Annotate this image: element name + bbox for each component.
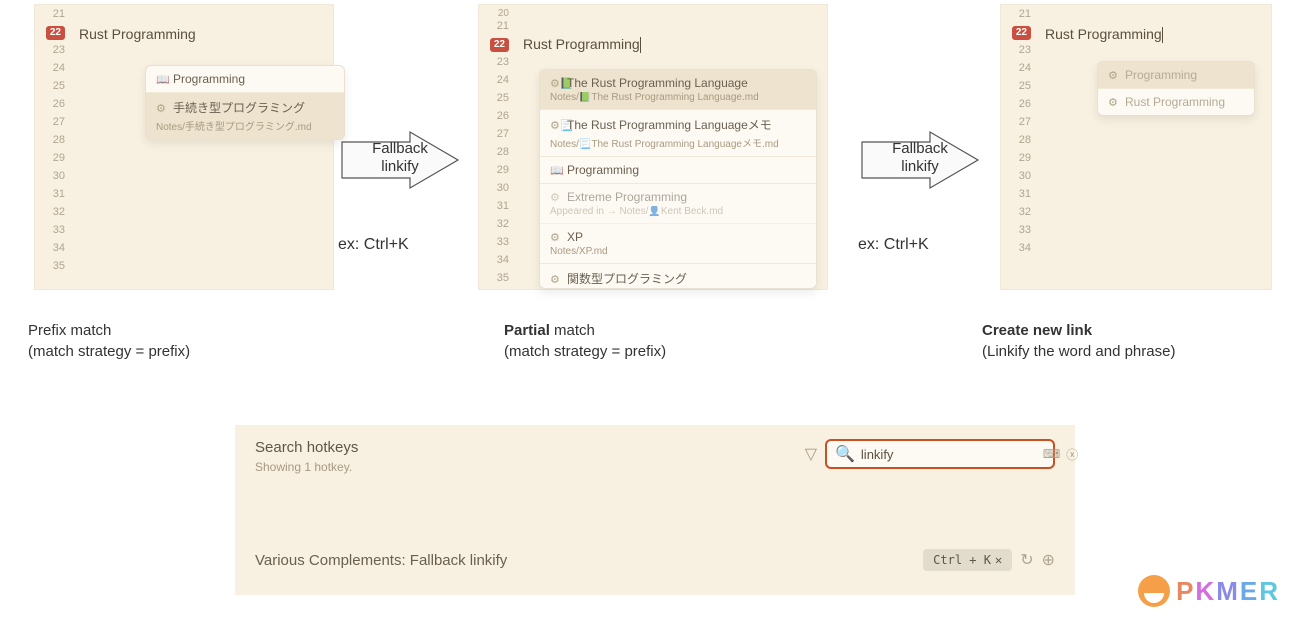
clear-icon[interactable]: ⓧ (1066, 446, 1078, 463)
gutter-3: 21 22 232425 262728 293031 323334 (1001, 5, 1037, 257)
gear-icon: ⚙📃 (550, 119, 564, 132)
example-label-1: ex: Ctrl+K (338, 236, 409, 254)
editor-text-1[interactable]: Rust Programming (79, 26, 196, 42)
keyboard-icon[interactable]: ⌨ (1043, 447, 1060, 461)
popup-item[interactable]: ⚙Programming (1098, 62, 1254, 89)
caption-2: Partial match (match strategy = prefix) (504, 320, 666, 362)
hotkey-row-name: Various Complements: Fallback linkify (255, 552, 507, 569)
popup-item[interactable]: ⚙手続き型プログラミング Notes/手続き型プログラミング.md (146, 93, 344, 139)
hotkey-settings-panel: Search hotkeys Showing 1 hotkey. ▽ 🔍 ⌨ ⓧ… (235, 425, 1075, 595)
gear-icon: ⚙ (550, 231, 564, 244)
search-input[interactable] (861, 447, 1037, 462)
caption-3: Create new link (Linkify the word and ph… (982, 320, 1175, 362)
popup-item[interactable]: 📖Programming (146, 66, 344, 93)
gutter-2: 20 21 22 232425 262728 293031 323334 35 (479, 5, 515, 287)
gear-icon: ⚙ (1108, 69, 1122, 82)
arrow-label-bottom: linkify (901, 158, 939, 175)
popup-item[interactable]: 📖Programming (540, 157, 816, 184)
active-line-badge: 22 (1012, 26, 1031, 40)
gear-icon: ⚙ (550, 273, 564, 286)
hotkey-badge[interactable]: Ctrl + K ✕ (923, 549, 1012, 571)
filter-icon[interactable]: ▽ (805, 444, 817, 464)
text-cursor (640, 37, 641, 53)
gear-icon: ⚙ (1108, 96, 1122, 109)
autocomplete-popup-2[interactable]: ⚙📗The Rust Programming Language Notes/📗T… (539, 69, 817, 289)
editor-panel-1: 21 22 232425 262728 293031 323334 35 Rus… (34, 4, 334, 290)
autocomplete-popup-3[interactable]: ⚙Programming ⚙Rust Programming (1097, 61, 1255, 116)
popup-item[interactable]: ⚙Rust Programming (1098, 89, 1254, 115)
book-icon: 📖 (550, 164, 564, 177)
popup-item[interactable]: ⚙📃The Rust Programming Languageメモ Notes/… (540, 110, 816, 157)
gear-icon: ⚙📗 (550, 77, 564, 90)
editor-text-2[interactable]: Rust Programming (523, 36, 641, 52)
arrow-label-top: Fallback (372, 140, 428, 157)
pkmer-watermark: P K M E R (1138, 575, 1280, 607)
gear-icon: ⚙ (550, 191, 564, 204)
search-icon: 🔍 (835, 444, 855, 464)
popup-item[interactable]: ⚙📗The Rust Programming Language Notes/📗T… (540, 70, 816, 110)
example-label-2: ex: Ctrl+K (858, 236, 929, 254)
book-icon: 📖 (156, 73, 170, 86)
active-line-badge: 22 (490, 38, 509, 52)
search-box[interactable]: 🔍 ⌨ ⓧ (825, 439, 1055, 469)
autocomplete-popup-1[interactable]: 📖Programming ⚙手続き型プログラミング Notes/手続き型プログラ… (145, 65, 345, 140)
popup-item[interactable]: ⚙XP Notes/XP.md (540, 224, 816, 264)
arrow-label-bottom: linkify (381, 158, 419, 175)
gear-icon: ⚙ (156, 102, 170, 115)
popup-item[interactable]: ⚙Extreme Programming Appeared in → Notes… (540, 184, 816, 224)
active-line-badge: 22 (46, 26, 65, 40)
arrow-2: Fallback linkify (860, 130, 980, 190)
add-hotkey-icon[interactable]: ⊕ (1042, 550, 1055, 570)
popup-item[interactable]: ⚙関数型プログラミング (540, 264, 816, 289)
editor-panel-3: 21 22 232425 262728 293031 323334 Rust P… (1000, 4, 1272, 290)
arrow-1: Fallback linkify (340, 130, 460, 190)
watermark-logo-icon (1138, 575, 1170, 607)
remove-hotkey-icon[interactable]: ✕ (995, 553, 1002, 567)
editor-text-3[interactable]: Rust Programming (1045, 26, 1163, 42)
caption-1: Prefix match (match strategy = prefix) (28, 320, 190, 362)
reset-icon[interactable]: ↻ (1020, 550, 1033, 570)
editor-panel-2: 20 21 22 232425 262728 293031 323334 35 … (478, 4, 828, 290)
text-cursor (1162, 27, 1163, 43)
arrow-label-top: Fallback (892, 140, 948, 157)
gutter-1: 21 22 232425 262728 293031 323334 35 (35, 5, 71, 275)
